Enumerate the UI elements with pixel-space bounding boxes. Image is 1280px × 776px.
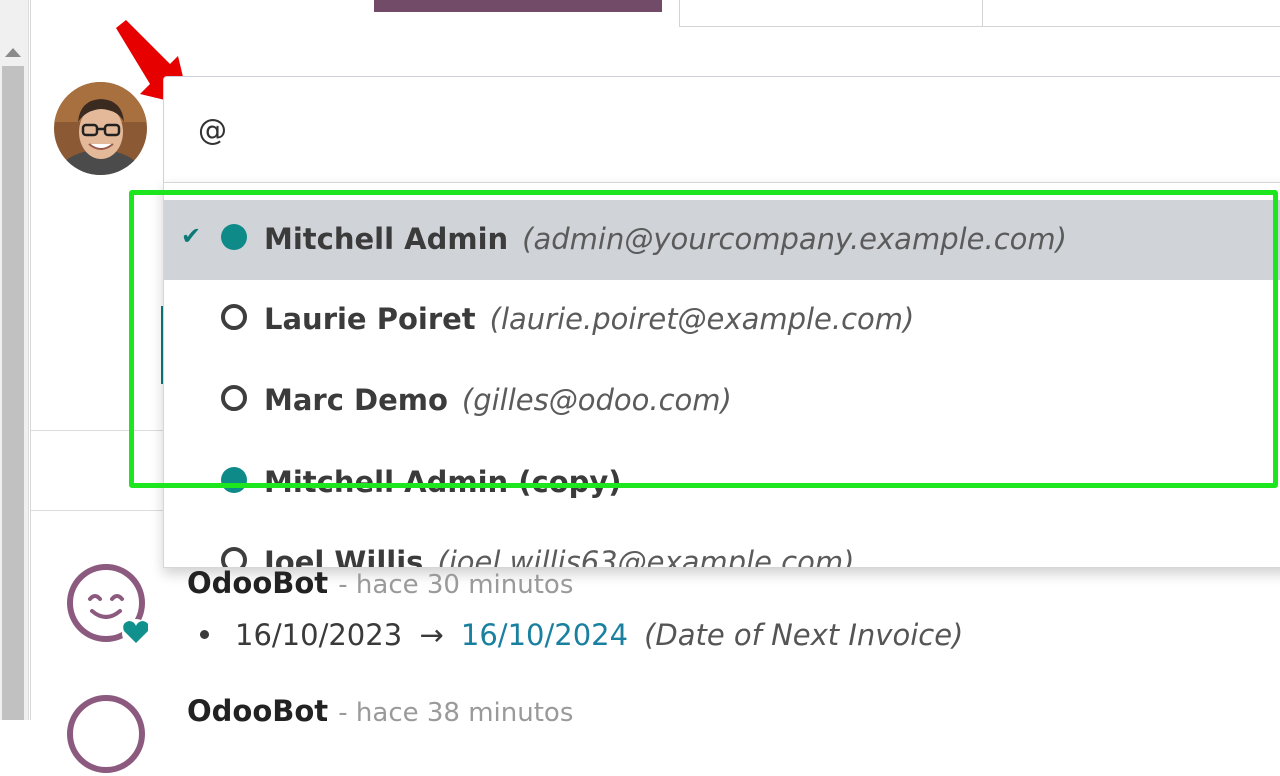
message-timestamp: - hace 38 minutos xyxy=(338,698,574,728)
mention-email: (joel.willis63@example.com) xyxy=(437,545,855,568)
highlight-annotation-box xyxy=(129,190,1278,488)
offline-status-icon xyxy=(221,547,247,567)
message-author-line: OdooBot - hace 30 minutos xyxy=(187,566,573,600)
odoobot-icon xyxy=(67,564,148,645)
primary-tab-button[interactable] xyxy=(374,0,662,12)
composer-input-text[interactable]: @ xyxy=(198,113,227,147)
tab-button[interactable] xyxy=(679,0,983,27)
scroll-up-icon[interactable] xyxy=(5,48,21,57)
message-timestamp: - hace 30 minutos xyxy=(338,570,574,600)
odoobot-icon xyxy=(67,695,145,773)
divider xyxy=(31,510,163,511)
page-scrollbar[interactable] xyxy=(0,0,29,720)
tab-button[interactable] xyxy=(982,0,1280,27)
message-author[interactable]: OdooBot xyxy=(187,694,328,728)
message-author-line: OdooBot - hace 38 minutos xyxy=(187,694,573,728)
new-value: 16/10/2024 xyxy=(460,618,629,652)
mention-option-label: Joel Willis (joel.willis63@example.com) xyxy=(264,545,855,568)
message-author[interactable]: OdooBot xyxy=(187,566,328,600)
tracking-value-line: 16/10/2023 → 16/10/2024 (Date of Next Inv… xyxy=(200,618,963,652)
bullet xyxy=(200,629,209,639)
mention-name: Joel Willis xyxy=(264,545,424,568)
scroll-thumb[interactable] xyxy=(2,66,24,720)
tracked-field-name: (Date of Next Invoice) xyxy=(644,618,964,652)
message-composer[interactable]: @ xyxy=(163,76,1280,184)
old-value: 16/10/2023 xyxy=(235,618,403,652)
panel-divider xyxy=(30,0,31,720)
arrow-icon: → xyxy=(419,618,444,652)
mention-option[interactable]: Joel Willis (joel.willis63@example.com) xyxy=(164,523,1280,568)
